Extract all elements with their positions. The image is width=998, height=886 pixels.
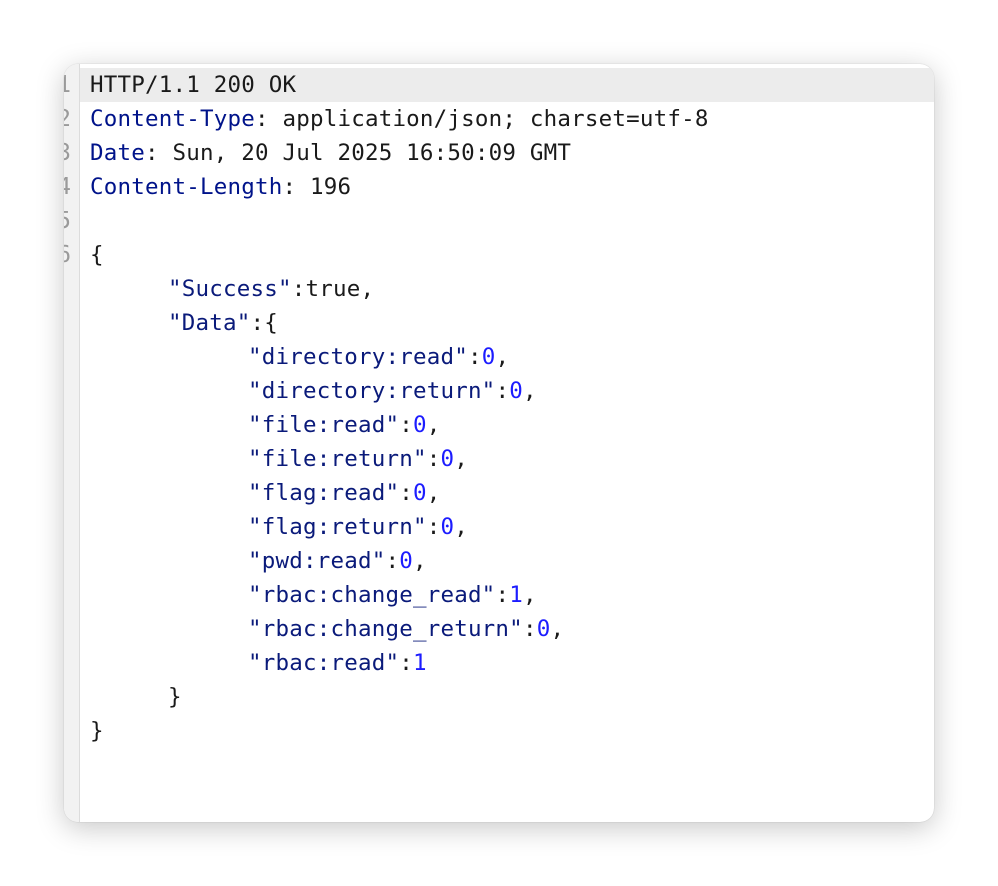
data-close-brace: } [168,684,182,710]
header-name: Content-Type [90,106,255,132]
entry-comma: , [522,378,537,404]
entry-value: 0 [399,548,413,574]
entry-value: 1 [412,650,427,676]
header-line: Content-Type: application/json; charset=… [90,106,709,132]
open-brace: { [90,242,104,268]
json-entry: "flag:read":0, [248,480,441,506]
json-entry: "flag:return":0, [248,514,468,540]
header-value: application/json; charset=utf-8 [282,106,709,132]
response-viewer-window: 1 2 3 4 5 6 HTTP/1.1 200 OK Content-Type… [64,64,934,822]
line-number: 1 [64,68,71,102]
entry-value: 0 [412,480,427,506]
line-number-gutter: 1 2 3 4 5 6 [64,64,80,822]
entry-value: 0 [509,378,523,404]
data-key: "Data" [168,310,251,336]
line-number: 2 [64,102,71,136]
entry-value: 0 [412,412,427,438]
entry-value: 1 [509,582,523,608]
entry-comma: , [412,548,427,574]
entry-key: "pwd:read" [248,548,386,574]
line-number: 4 [64,170,71,204]
entry-comma: , [495,344,510,370]
json-entry: "rbac:change_read":1, [248,582,537,608]
header-value: Sun, 20 Jul 2025 16:50:09 GMT [172,140,572,166]
entry-comma: , [550,616,565,642]
json-close-brace: } [80,714,934,748]
response-text-area[interactable]: HTTP/1.1 200 OK Content-Type: applicatio… [80,68,934,748]
line-number: 3 [64,136,71,170]
json-entry: "directory:return":0, [248,378,537,404]
entry-value: 0 [481,344,496,370]
json-entry: "file:return":0, [248,446,468,472]
json-entry: "file:read":0, [248,412,441,438]
header-value: 196 [309,174,352,200]
entry-value: 0 [440,446,455,472]
entry-comma: , [522,582,537,608]
line-number: 6 [64,238,71,272]
json-success-line: "Success":true, [168,276,375,302]
entry-comma: , [454,514,468,540]
json-open-brace: { [80,238,934,272]
entry-value: 0 [536,616,551,642]
json-entry: "directory:read":0, [248,344,510,370]
status-line-text: HTTP/1.1 200 OK [90,72,297,98]
entry-value: 0 [440,514,455,540]
json-entry: "pwd:read":0, [248,548,427,574]
entry-key: "flag:return" [248,514,427,540]
header-line: Date: Sun, 20 Jul 2025 16:50:09 GMT [90,140,572,166]
entry-comma: , [426,480,441,506]
status-line: HTTP/1.1 200 OK [80,68,934,102]
json-data-line: "Data":{ [168,310,278,336]
entry-comma: , [426,412,441,438]
json-entry: "rbac:change_return":0, [248,616,565,642]
json-data-close: } [80,680,934,714]
header-name: Date [90,140,145,166]
success-key: "Success" [168,276,292,302]
entry-key: "rbac:read" [248,650,400,676]
json-entry: "rbac:read":1 [248,650,427,676]
header-line: Content-Length: 196 [90,174,352,200]
entry-key: "file:read" [248,412,400,438]
entry-key: "directory:return" [248,378,496,404]
close-brace: } [90,718,104,744]
entry-key: "file:return" [248,446,427,472]
line-number: 5 [64,204,71,238]
entry-key: "directory:read" [248,344,468,370]
entry-comma: , [454,446,468,472]
success-value: true [305,276,361,302]
entry-key: "rbac:change_read" [248,582,496,608]
entry-key: "flag:read" [248,480,400,506]
entry-key: "rbac:change_return" [248,616,523,642]
header-name: Content-Length [90,174,283,200]
